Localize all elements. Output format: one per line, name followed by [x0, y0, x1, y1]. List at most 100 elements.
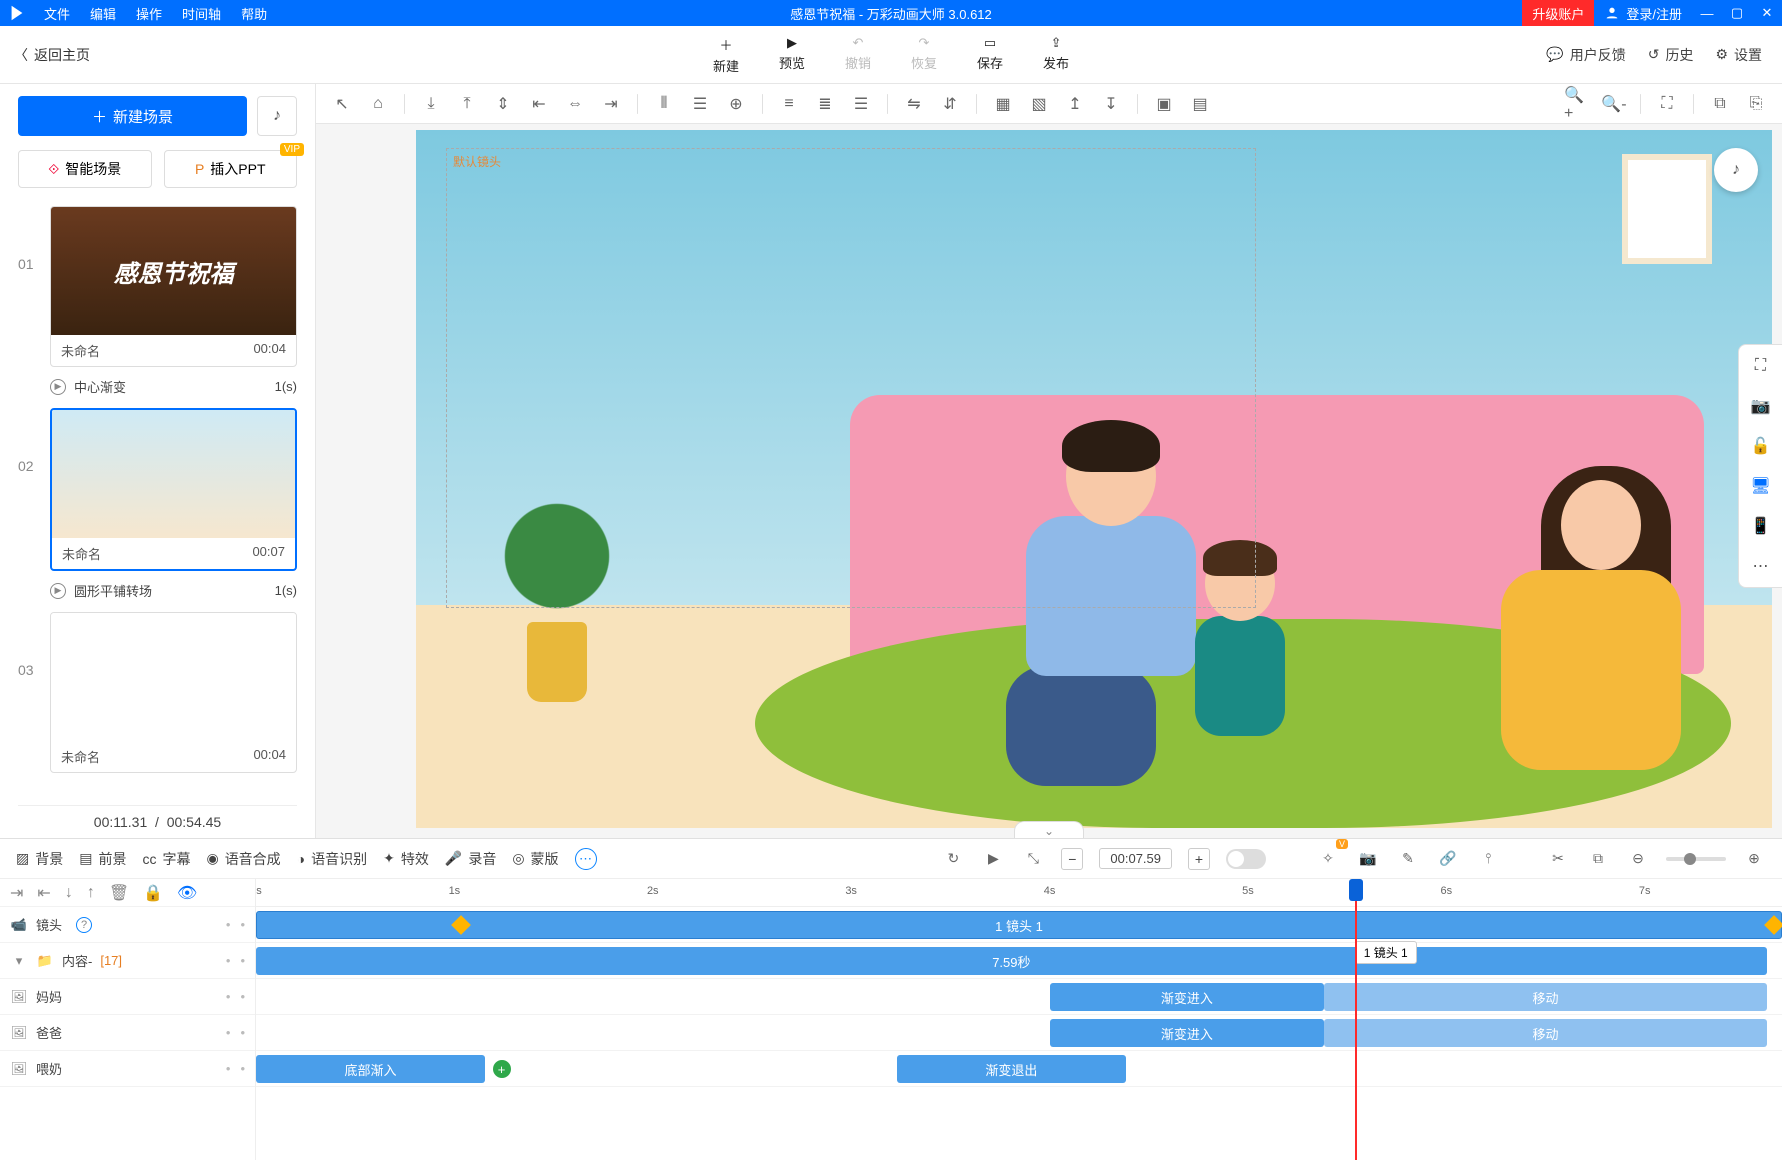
- snapshot-icon[interactable]: 📷: [1356, 847, 1380, 871]
- flip-v-icon[interactable]: ⇵: [936, 90, 964, 118]
- folder-out-icon[interactable]: ⇤: [37, 883, 50, 903]
- minimize-button[interactable]: —: [1692, 6, 1722, 21]
- up-icon[interactable]: ↑: [87, 884, 95, 902]
- align-hmid-icon[interactable]: ⇔: [561, 90, 589, 118]
- bring-front-icon[interactable]: ▦: [989, 90, 1017, 118]
- toolbar-publish[interactable]: ⇪发布: [1043, 35, 1069, 75]
- cursor-tool-icon[interactable]: ↖: [328, 90, 356, 118]
- menu-timeline[interactable]: 时间轴: [172, 4, 231, 23]
- clip[interactable]: 移动: [1324, 983, 1767, 1011]
- close-button[interactable]: ✕: [1752, 5, 1782, 21]
- track-content[interactable]: ▾📁内容-[17]••: [0, 943, 255, 979]
- toolbar-preview[interactable]: ▶预览: [779, 35, 805, 75]
- forward-icon[interactable]: ↥: [1061, 90, 1089, 118]
- asr-button[interactable]: ◑语音识别: [297, 849, 367, 869]
- link-icon[interactable]: 🔗: [1436, 847, 1460, 871]
- track-area[interactable]: 0s 1s 2s 3s 4s 5s 6s 7s 1 镜头 1 7.59秒 1 镜…: [256, 879, 1782, 1160]
- folder-in-icon[interactable]: ⇥: [10, 883, 23, 903]
- text-align-left-icon[interactable]: ≡: [775, 90, 803, 118]
- toggle-switch[interactable]: [1226, 849, 1266, 869]
- camera-dock-icon[interactable]: 📷: [1750, 395, 1772, 417]
- music-button[interactable]: ♪: [257, 96, 297, 136]
- send-back-icon[interactable]: ▧: [1025, 90, 1053, 118]
- align-vmid-icon[interactable]: ⇕: [489, 90, 517, 118]
- time-minus[interactable]: −: [1061, 848, 1083, 870]
- scene-item[interactable]: 02 未命名00:07: [18, 408, 297, 571]
- align-bottom-icon[interactable]: ⤓: [417, 90, 445, 118]
- group-icon[interactable]: ▣: [1150, 90, 1178, 118]
- backward-icon[interactable]: ↧: [1097, 90, 1125, 118]
- toolbar-save[interactable]: ▭保存: [977, 35, 1003, 75]
- upgrade-button[interactable]: 升级账户: [1522, 0, 1594, 26]
- trash-icon[interactable]: 🗑: [109, 883, 129, 903]
- maximize-button[interactable]: ▢: [1722, 5, 1752, 21]
- cut-icon[interactable]: ✂: [1546, 847, 1570, 871]
- clip[interactable]: 渐变退出: [897, 1055, 1126, 1083]
- text-align-right-icon[interactable]: ☰: [847, 90, 875, 118]
- filter-icon[interactable]: ⫯: [1476, 847, 1500, 871]
- time-ruler[interactable]: 0s 1s 2s 3s 4s 5s 6s 7s: [256, 879, 1782, 907]
- track-camera[interactable]: 📹镜头?••: [0, 907, 255, 943]
- menu-edit[interactable]: 编辑: [80, 4, 126, 23]
- track-row[interactable]: 🖼妈妈••: [0, 979, 255, 1015]
- login-button[interactable]: 登录/注册: [1594, 4, 1692, 23]
- down-icon[interactable]: ↓: [65, 884, 73, 902]
- scene-item[interactable]: 03 未命名00:04: [18, 612, 297, 773]
- eye-icon[interactable]: 👁: [177, 883, 197, 903]
- align-right-icon[interactable]: ⇥: [597, 90, 625, 118]
- settings-button[interactable]: ⚙设置: [1715, 45, 1762, 65]
- transition-row[interactable]: ▶中心渐变1(s): [18, 373, 297, 408]
- fit-icon[interactable]: ⛶: [1653, 90, 1681, 118]
- smart-scene-button[interactable]: ⟐智能场景: [18, 150, 152, 188]
- content-clip[interactable]: 7.59秒: [256, 947, 1767, 975]
- unlock-icon[interactable]: 🔓: [1750, 435, 1772, 457]
- toolbar-redo[interactable]: ↷恢复: [911, 35, 937, 75]
- menu-file[interactable]: 文件: [34, 4, 80, 23]
- fg-button[interactable]: ▤前景: [79, 849, 126, 869]
- toolbar-new[interactable]: ＋新建: [713, 35, 739, 75]
- time-display[interactable]: 00:07.59: [1099, 848, 1172, 869]
- camera-clip[interactable]: 1 镜头 1: [256, 911, 1782, 939]
- mobile-icon[interactable]: 📱: [1750, 515, 1772, 537]
- scene-item[interactable]: 01 感恩节祝福 未命名00:04: [18, 206, 297, 367]
- more-icon[interactable]: ⋯: [1750, 555, 1772, 577]
- zoom-in-icon[interactable]: 🔍+: [1564, 90, 1592, 118]
- copy2-icon[interactable]: ⧉: [1586, 847, 1610, 871]
- keyframe-icon[interactable]: ✧: [1316, 847, 1340, 871]
- stage[interactable]: 默认镜头 ♪ ⛶ 📷 🔓 🖥 📱 ⋯ ⌄: [316, 124, 1782, 838]
- zoom-slider[interactable]: [1666, 857, 1726, 861]
- playhead[interactable]: [1355, 879, 1357, 1160]
- replay-icon[interactable]: ↻: [941, 847, 965, 871]
- tts-button[interactable]: ◉语音合成: [206, 849, 280, 869]
- lock-icon[interactable]: 🔒: [143, 883, 163, 903]
- clip[interactable]: 底部渐入: [256, 1055, 485, 1083]
- ungroup-icon[interactable]: ▤: [1186, 90, 1214, 118]
- dist-h-icon[interactable]: ⫴: [650, 90, 678, 118]
- music-fab[interactable]: ♪: [1714, 148, 1758, 192]
- back-home[interactable]: 〈 返回主页: [0, 45, 104, 65]
- text-align-center-icon[interactable]: ≣: [811, 90, 839, 118]
- zoom-out-icon[interactable]: 🔍-: [1600, 90, 1628, 118]
- align-left-icon[interactable]: ⇤: [525, 90, 553, 118]
- history-button[interactable]: ↺历史: [1648, 45, 1694, 65]
- help-icon[interactable]: ?: [76, 917, 92, 933]
- add-keyframe[interactable]: +: [493, 1060, 511, 1078]
- home-icon[interactable]: ⌂: [364, 90, 392, 118]
- desktop-icon[interactable]: 🖥: [1750, 475, 1772, 497]
- clip[interactable]: 渐变进入: [1050, 1019, 1325, 1047]
- clip[interactable]: 渐变进入: [1050, 983, 1325, 1011]
- track-row[interactable]: 🖼爸爸••: [0, 1015, 255, 1051]
- zoom-in2-icon[interactable]: ⊕: [1742, 847, 1766, 871]
- new-scene-button[interactable]: ＋新建场景: [18, 96, 247, 136]
- collapse-handle[interactable]: ⌄: [1014, 821, 1084, 838]
- more-tools[interactable]: ⋯: [575, 848, 597, 870]
- copy-icon[interactable]: ⧉: [1706, 90, 1734, 118]
- insert-ppt-button[interactable]: P插入PPTVIP: [164, 150, 298, 188]
- zoom-out2-icon[interactable]: ⊖: [1626, 847, 1650, 871]
- transition-row[interactable]: ▶圆形平铺转场1(s): [18, 577, 297, 612]
- clip[interactable]: 移动: [1324, 1019, 1767, 1047]
- time-plus[interactable]: +: [1188, 848, 1210, 870]
- expand-icon[interactable]: ⤡: [1021, 847, 1045, 871]
- fullscreen-icon[interactable]: ⛶: [1750, 355, 1772, 377]
- effect-button[interactable]: ✦特效: [383, 849, 429, 869]
